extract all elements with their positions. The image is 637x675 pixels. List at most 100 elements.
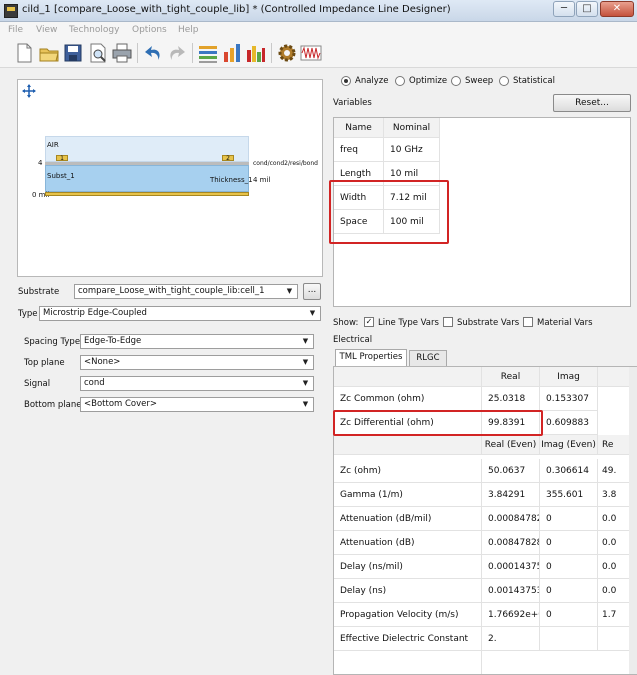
- signal-select[interactable]: cond ▼: [80, 376, 314, 391]
- result-real: 0.00847828: [482, 531, 540, 555]
- chevron-down-icon: ▼: [302, 337, 309, 345]
- bar-chart-color-icon[interactable]: [245, 42, 267, 64]
- chevron-down-icon: ▼: [302, 379, 309, 387]
- line-type-vars-checkbox[interactable]: ✓: [364, 317, 374, 327]
- maximize-button[interactable]: □: [576, 1, 598, 17]
- result-imag: 0: [540, 603, 598, 627]
- result-imag: 0: [540, 555, 598, 579]
- column-header-blank: [334, 435, 482, 455]
- result-real: 0.00143753: [482, 579, 540, 603]
- type-label: Type: [18, 309, 38, 319]
- chevron-down-icon: ▼: [302, 358, 309, 366]
- move-icon[interactable]: [22, 84, 36, 98]
- type-select[interactable]: Microstrip Edge-Coupled ▼: [39, 306, 321, 321]
- menu-view[interactable]: View: [36, 25, 57, 35]
- column-header-real[interactable]: Real: [482, 367, 540, 387]
- ground-plane: [45, 192, 249, 196]
- optimize-label[interactable]: Optimize: [409, 76, 447, 86]
- column-header-name[interactable]: Name: [334, 118, 384, 138]
- results-scrollbar[interactable]: [629, 367, 637, 674]
- substrate-vars-checkbox[interactable]: [443, 317, 453, 327]
- top-plane-select[interactable]: <None> ▼: [80, 355, 314, 370]
- material-vars-label[interactable]: Material Vars: [537, 318, 593, 328]
- column-header-imag[interactable]: Imag: [540, 367, 598, 387]
- chart-icon[interactable]: [197, 42, 219, 64]
- result-imag: 0: [540, 579, 598, 603]
- save-icon[interactable]: [62, 42, 84, 64]
- result-imag: 0.306614: [540, 459, 598, 483]
- substrate-select[interactable]: compare_Loose_with_tight_couple_lib:cell…: [74, 284, 298, 299]
- menu-file[interactable]: File: [8, 25, 23, 35]
- conductor-1[interactable]: 1: [56, 155, 68, 162]
- chevron-down-icon: ▼: [309, 309, 316, 317]
- result-name: Zc (ohm): [334, 459, 482, 483]
- spacing-type-select[interactable]: Edge-To-Edge ▼: [80, 334, 314, 349]
- menu-bar: File View Technology Options Help: [0, 22, 637, 38]
- substrate-vars-label[interactable]: Substrate Vars: [457, 318, 519, 328]
- reset-button[interactable]: Reset...: [553, 94, 631, 112]
- analyze-label[interactable]: Analyze: [355, 76, 389, 86]
- result-imag: 0: [540, 531, 598, 555]
- bottom-plane-label: Bottom plane: [24, 400, 82, 410]
- title-bar: cild_1 [compare_Loose_with_tight_couple_…: [0, 0, 637, 22]
- signal-label: Signal: [24, 379, 51, 389]
- undo-icon[interactable]: [142, 42, 164, 64]
- sweep-label[interactable]: Sweep: [465, 76, 493, 86]
- result-name: Delay (ns/mil): [334, 555, 482, 579]
- conductor-2[interactable]: 2: [222, 155, 234, 162]
- statistical-label[interactable]: Statistical: [513, 76, 555, 86]
- menu-help[interactable]: Help: [178, 25, 199, 35]
- variable-value[interactable]: 10 GHz: [384, 138, 440, 162]
- result-real: 50.0637: [482, 459, 540, 483]
- result-name: Effective Dielectric Constant: [334, 627, 482, 651]
- result-real: 25.0318: [482, 387, 540, 411]
- substrate-label-text: Substrate: [18, 287, 60, 297]
- open-folder-icon[interactable]: [38, 42, 60, 64]
- minimize-button[interactable]: ─: [553, 1, 575, 17]
- highlight-box: [333, 410, 543, 436]
- material-vars-checkbox[interactable]: [523, 317, 533, 327]
- column-header-blank: [334, 367, 482, 387]
- new-file-icon[interactable]: [13, 42, 35, 64]
- cross-section-canvas[interactable]: AIR 4 1 2 cond/cond2/resi/bond Subst_1 T…: [17, 79, 323, 277]
- result-name: Delay (ns): [334, 579, 482, 603]
- sweep-radio[interactable]: [451, 76, 461, 86]
- thickness-value: 4 mil: [253, 176, 271, 184]
- result-imag: 0: [540, 507, 598, 531]
- result-name: Gamma (1/m): [334, 483, 482, 507]
- chevron-down-icon: ▼: [286, 287, 293, 295]
- bottom-plane-select[interactable]: <Bottom Cover> ▼: [80, 397, 314, 412]
- result-real: 2.: [482, 627, 540, 651]
- tab-rlgc[interactable]: RLGC: [409, 350, 447, 366]
- menu-options[interactable]: Options: [132, 25, 167, 35]
- print-preview-icon[interactable]: [87, 42, 109, 64]
- substrate-browse-button[interactable]: ...: [303, 283, 321, 300]
- toolbar: [0, 38, 637, 68]
- spacing-type-value: Edge-To-Edge: [84, 336, 142, 346]
- thickness-label: Thickness_1: [210, 176, 253, 184]
- redo-icon[interactable]: [166, 42, 188, 64]
- settings-gear-icon[interactable]: [276, 42, 298, 64]
- spacing-type-label: Spacing Type: [24, 337, 81, 347]
- electrical-label: Electrical: [333, 335, 373, 345]
- close-button[interactable]: ✕: [600, 1, 634, 17]
- optimize-radio[interactable]: [395, 76, 405, 86]
- print-icon[interactable]: [111, 42, 133, 64]
- analyze-radio[interactable]: [341, 76, 351, 86]
- toolbar-separator: [271, 43, 272, 63]
- result-real: 3.84291: [482, 483, 540, 507]
- column-header-real-even[interactable]: Real (Even): [482, 435, 540, 455]
- tab-tml-properties[interactable]: TML Properties: [335, 349, 407, 366]
- waveform-icon[interactable]: [300, 42, 322, 64]
- highlight-box: [329, 180, 449, 244]
- menu-technology[interactable]: Technology: [69, 25, 119, 35]
- app-icon: [4, 4, 18, 18]
- column-header-nominal[interactable]: Nominal: [384, 118, 440, 138]
- toolbar-separator: [192, 43, 193, 63]
- column-header-imag-even[interactable]: Imag (Even): [540, 435, 598, 455]
- air-label: AIR: [47, 141, 59, 149]
- level-4-label: 4: [38, 159, 43, 167]
- bar-chart-icon[interactable]: [221, 42, 243, 64]
- statistical-radio[interactable]: [499, 76, 509, 86]
- line-type-vars-label[interactable]: Line Type Vars: [378, 318, 439, 328]
